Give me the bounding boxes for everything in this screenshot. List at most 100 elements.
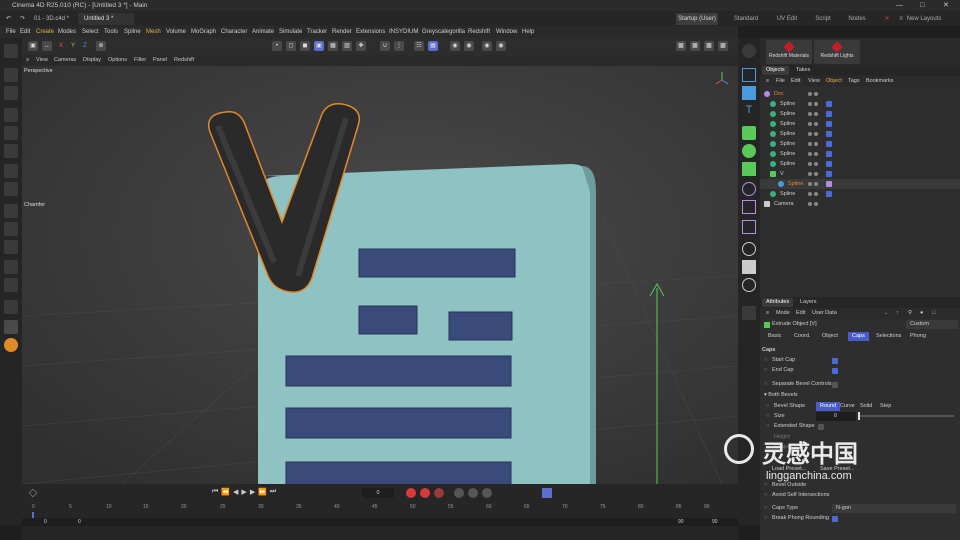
menu-edit[interactable]: Edit	[20, 26, 30, 38]
go-to-end-icon[interactable]: ⏭	[270, 488, 276, 496]
bar-1[interactable]	[358, 248, 516, 278]
list-item[interactable]: Camera	[760, 199, 960, 209]
motion-icon[interactable]	[454, 488, 464, 498]
render-dot-icon[interactable]	[814, 152, 818, 156]
enabled-check-icon[interactable]	[826, 141, 832, 147]
lock-icon[interactable]: ●	[916, 309, 927, 318]
uv-mode-icon[interactable]: ▦	[328, 41, 338, 51]
redshift-ipr-icon[interactable]: ◉	[496, 41, 506, 51]
layout-nodes[interactable]: Nodes	[842, 13, 872, 25]
menu-select[interactable]: Select	[82, 26, 99, 38]
viewport-menu-cameras[interactable]: Cameras	[54, 55, 76, 66]
key-selection-icon[interactable]	[434, 488, 444, 498]
current-frame-field[interactable]: 0	[362, 488, 394, 498]
list-item[interactable]: Spline	[760, 99, 960, 109]
search-icon[interactable]	[4, 44, 18, 58]
new-layouts-button[interactable]: New Layouts	[904, 13, 944, 25]
redshift-lights-button[interactable]: Redshift Lights	[814, 40, 860, 64]
objects-menu-bookmarks[interactable]: Bookmarks	[862, 77, 898, 86]
maximize-icon[interactable]: □	[920, 0, 924, 11]
layout-icon-2[interactable]: ▩	[690, 41, 700, 51]
bar-5[interactable]	[285, 407, 512, 439]
previous-key-icon[interactable]: ⏪	[221, 488, 230, 496]
visibility-dot-icon[interactable]	[808, 182, 812, 186]
redshift-render-icon[interactable]: ◉	[482, 41, 492, 51]
visibility-dot-icon[interactable]	[808, 202, 812, 206]
menu-file[interactable]: File	[6, 26, 16, 38]
new-window-icon[interactable]: □	[928, 309, 939, 318]
subdivision-icon[interactable]	[742, 126, 756, 140]
snap-icon[interactable]: ∪	[380, 41, 390, 51]
visibility-dot-icon[interactable]	[808, 142, 812, 146]
tab-attributes[interactable]: Attributes	[762, 298, 794, 307]
generator-icon[interactable]	[742, 220, 756, 234]
attributes-menu-mode[interactable]: Mode	[772, 309, 794, 318]
coordinate-icon[interactable]	[4, 182, 18, 196]
layout-script[interactable]: Script	[808, 13, 838, 25]
enabled-check-icon[interactable]	[826, 151, 832, 157]
subtab-object[interactable]: Object	[818, 332, 842, 341]
menu-extensions[interactable]: Extensions	[356, 26, 385, 38]
attribute-pen-icon[interactable]	[742, 306, 756, 320]
subtab-basic[interactable]: Basic	[764, 332, 785, 341]
menu-render[interactable]: Render	[332, 26, 352, 38]
field-icon[interactable]	[742, 200, 756, 214]
end-cap-checkbox[interactable]	[832, 368, 838, 374]
bevel-step-button[interactable]: Step	[876, 402, 895, 411]
viewport-menu-view[interactable]: View	[36, 55, 48, 66]
render-dot-icon[interactable]	[814, 162, 818, 166]
visibility-dot-icon[interactable]	[808, 172, 812, 176]
layout-standard[interactable]: Standard	[728, 13, 764, 25]
up-arrow-icon[interactable]: ↑	[892, 309, 903, 318]
subtab-caps[interactable]: Caps	[848, 332, 869, 341]
layout-icon-1[interactable]: ▩	[676, 41, 686, 51]
viewport-menu-filter[interactable]: Filter	[134, 55, 146, 66]
auto-key-icon[interactable]	[420, 488, 430, 498]
viewport-view-options-icon[interactable]: ≡	[26, 55, 29, 66]
caps-type-dropdown[interactable]: N-gon	[832, 504, 956, 513]
coordinate-system-icon[interactable]: ⊕	[96, 41, 106, 51]
enabled-check-icon[interactable]	[826, 121, 832, 127]
render-dot-icon[interactable]	[814, 122, 818, 126]
next-key-icon[interactable]: ⏩	[258, 488, 267, 496]
environment-icon[interactable]	[742, 242, 756, 256]
range-start-field-2[interactable]: 0	[78, 518, 81, 526]
attributes-menu-edit[interactable]: Edit	[792, 309, 809, 318]
null-object-icon[interactable]	[742, 68, 756, 82]
axis-y-toggle[interactable]: Y	[68, 41, 78, 51]
3d-viewport[interactable]: Perspective Chamfer	[22, 66, 738, 484]
list-item[interactable]: Spline	[760, 119, 960, 129]
list-item[interactable]: Spline	[760, 189, 960, 199]
axis-x-toggle[interactable]: X	[56, 41, 66, 51]
effector-icon[interactable]	[742, 162, 756, 176]
snap-settings-icon[interactable]: ⋮	[394, 41, 404, 51]
object-mode-icon[interactable]: ▣	[314, 41, 324, 51]
objects-menu-view[interactable]: View	[804, 77, 824, 86]
render-dot-icon[interactable]	[814, 172, 818, 176]
record-icon[interactable]	[406, 488, 416, 498]
render-dot-icon[interactable]	[814, 132, 818, 136]
range-end-field-2[interactable]: 90	[712, 518, 718, 526]
menu-tracker[interactable]: Tracker	[307, 26, 327, 38]
subtab-selections[interactable]: Selections	[872, 332, 905, 341]
sculpt-icon[interactable]	[4, 300, 18, 314]
preset-dropdown[interactable]: Custom	[906, 320, 958, 329]
render-dot-icon[interactable]	[814, 202, 818, 206]
list-item[interactable]: Spline	[760, 179, 960, 189]
enabled-check-icon[interactable]	[826, 131, 832, 137]
text-spline-icon[interactable]: T	[742, 104, 756, 118]
both-bevels-group[interactable]: ▾ Both Bevels	[764, 391, 798, 400]
go-to-start-icon[interactable]: ⏮	[212, 488, 218, 496]
visibility-dot-icon[interactable]	[808, 102, 812, 106]
cloner-icon[interactable]	[742, 144, 756, 158]
range-start-field[interactable]: 0	[44, 518, 47, 526]
keyframe-diamond-icon[interactable]	[28, 488, 38, 498]
list-item[interactable]: V	[760, 169, 960, 179]
live-select-icon[interactable]	[4, 86, 18, 100]
enabled-check-icon[interactable]	[826, 161, 832, 167]
render-settings-icon[interactable]: ◉	[464, 41, 474, 51]
menu-mograph[interactable]: MoGraph	[191, 26, 216, 38]
rotate-icon[interactable]	[4, 126, 18, 140]
plugin-s-icon[interactable]	[4, 338, 18, 352]
bar-3[interactable]	[448, 311, 513, 341]
